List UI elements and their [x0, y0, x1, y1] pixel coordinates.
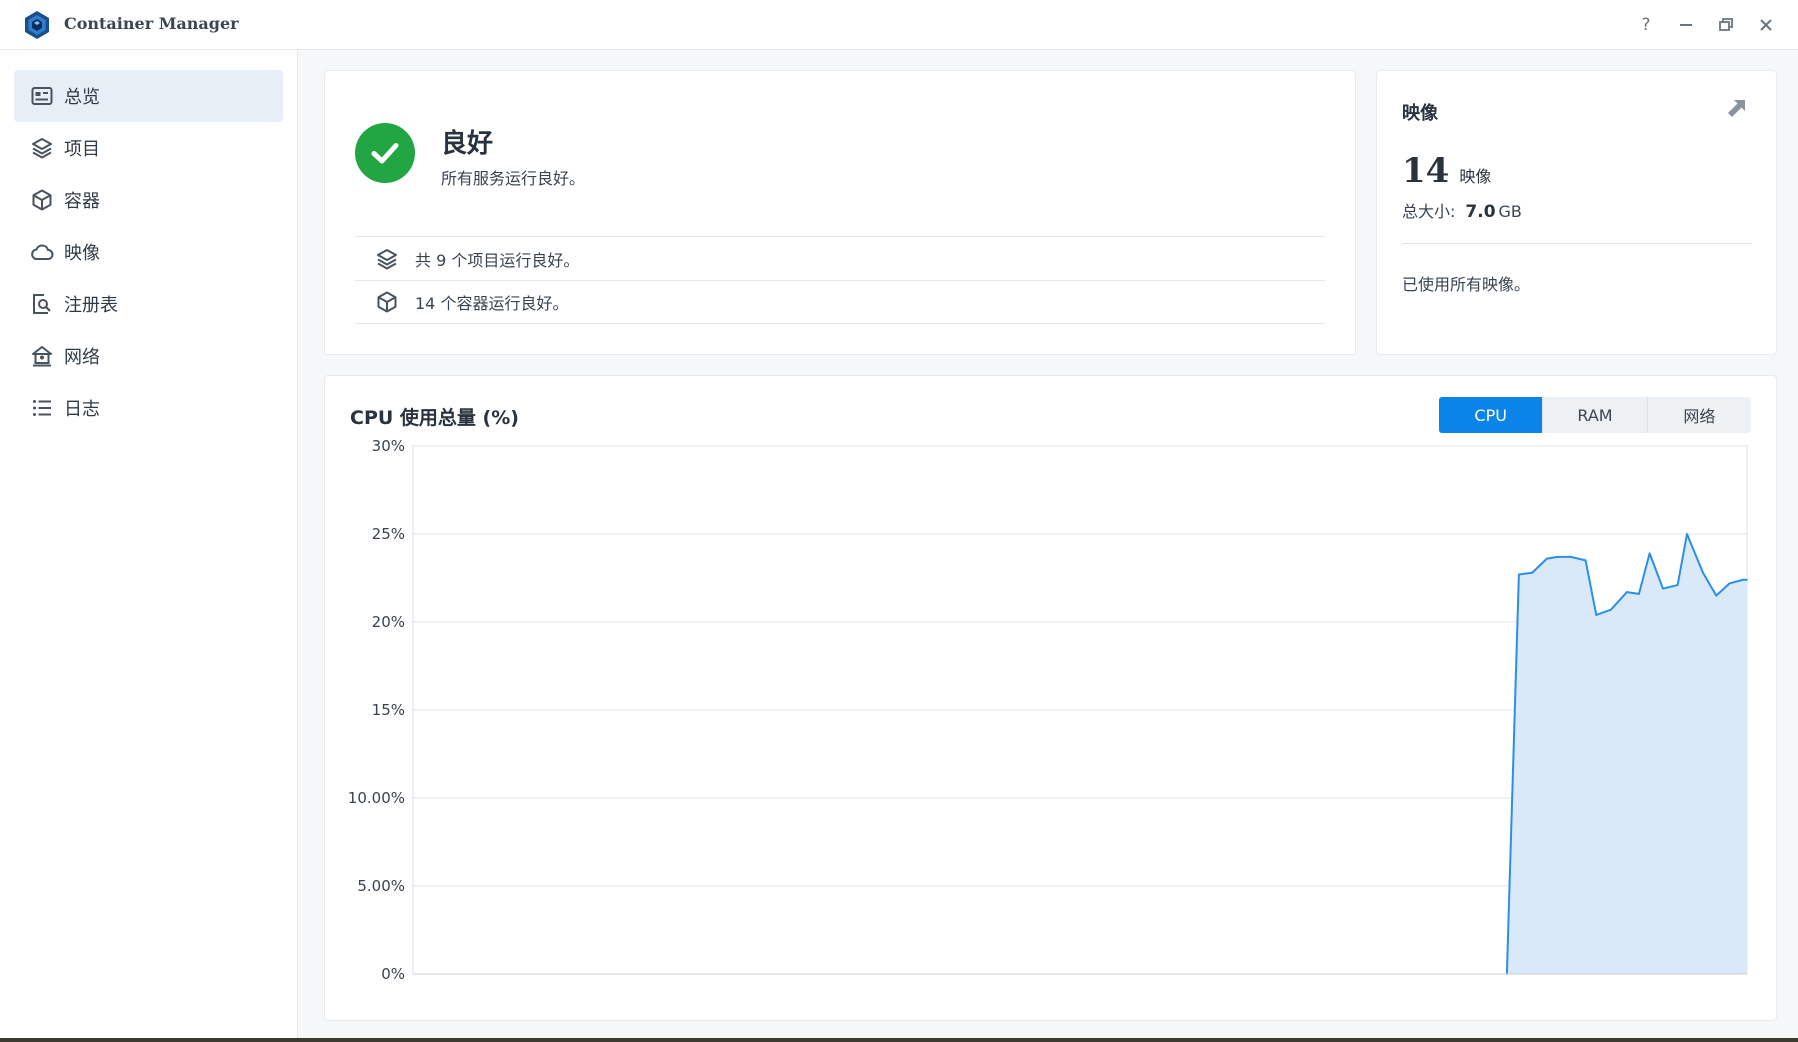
- y-tick-label: 5.00%: [357, 877, 405, 895]
- status-ok-icon: [355, 123, 415, 183]
- data-point: [1595, 614, 1598, 616]
- images-card-title: 映像: [1402, 103, 1438, 124]
- status-row-projects[interactable]: 共 9 个项目运行良好。: [355, 236, 1325, 280]
- data-point: [1662, 587, 1664, 590]
- series-area-fill: [1506, 534, 1747, 974]
- help-button[interactable]: ?: [1633, 12, 1659, 38]
- cpu-usage-chart: 0% 5.00% 10.00% 15% 20% 25% 30%: [348, 437, 1748, 983]
- images-count: 14: [1402, 151, 1450, 191]
- images-count-row: 14 映像: [1402, 151, 1491, 191]
- images-count-unit: 映像: [1459, 167, 1492, 186]
- data-point: [1531, 571, 1534, 574]
- overview-icon: [30, 84, 54, 108]
- registry-search-icon: [30, 292, 54, 316]
- data-point: [1728, 582, 1731, 585]
- cpu-chart-card: CPU 使用总量 (%) CPU RAM 网络 0% 5.00% 10.00% 15%…: [324, 375, 1777, 1021]
- app-title: Container Manager: [64, 14, 239, 33]
- images-size-row: 总大小: 7.0 GB: [1402, 198, 1522, 222]
- data-point: [1702, 571, 1704, 574]
- network-home-icon: [30, 344, 54, 368]
- layers-icon: [30, 136, 54, 160]
- images-card: 映像 14 映像 总大小: 7.0 GB 已使用所有映像。: [1376, 70, 1777, 355]
- images-size-unit: GB: [1498, 202, 1522, 221]
- sidebar-item-projects[interactable]: 项目: [14, 122, 283, 174]
- data-point: [1676, 584, 1679, 586]
- data-point: [1584, 559, 1587, 562]
- status-subtitle: 所有服务运行良好。: [441, 169, 586, 188]
- images-size-label: 总大小:: [1402, 202, 1456, 221]
- sidebar-item-label: 注册表: [64, 295, 118, 316]
- data-point: [1648, 552, 1651, 555]
- sidebar-item-label: 总览: [64, 87, 100, 108]
- data-point: [1638, 593, 1640, 595]
- data-point: [1546, 557, 1548, 560]
- restore-icon: [1719, 18, 1733, 31]
- y-tick-label: 30%: [372, 437, 405, 455]
- y-tick-label: 0%: [381, 965, 405, 983]
- sidebar-item-label: 网络: [64, 347, 100, 368]
- data-point: [1746, 578, 1748, 581]
- status-card: 良好 所有服务运行良好。 共 9 个项目运行良好。 14 个容器运行良好。: [324, 70, 1356, 355]
- data-point: [1715, 594, 1718, 597]
- open-external-arrow-icon[interactable]: [1726, 97, 1748, 119]
- cube-icon: [30, 188, 54, 212]
- sidebar-item-label: 日志: [64, 399, 100, 420]
- y-tick-label: 15%: [372, 701, 405, 719]
- layers-icon: [375, 247, 399, 271]
- restore-button[interactable]: [1713, 12, 1739, 38]
- data-point: [1610, 608, 1612, 611]
- y-tick-label: 20%: [372, 613, 405, 631]
- images-size-value: 7.0: [1465, 202, 1496, 222]
- divider: [1402, 243, 1752, 244]
- data-point: [1626, 591, 1628, 593]
- sidebar-item-label: 映像: [64, 243, 100, 264]
- status-row-containers[interactable]: 14 个容器运行良好。: [355, 280, 1325, 324]
- cube-icon: [375, 290, 399, 314]
- data-point: [1556, 556, 1559, 558]
- minimize-button[interactable]: [1673, 12, 1699, 38]
- sidebar-item-images[interactable]: 映像: [14, 226, 283, 278]
- y-tick-label: 25%: [372, 525, 405, 543]
- sidebar-item-overview[interactable]: 总览: [14, 70, 283, 122]
- sidebar: 总览 项目 容器 映像 注册表 网络 日志: [0, 50, 298, 1038]
- title-bar: Container Manager ?: [0, 0, 1798, 50]
- close-icon: [1760, 19, 1772, 31]
- data-point: [1518, 573, 1520, 576]
- sidebar-item-label: 项目: [64, 139, 100, 160]
- sidebar-item-label: 容器: [64, 191, 100, 212]
- data-point: [1742, 578, 1744, 581]
- sidebar-item-network[interactable]: 网络: [14, 330, 283, 382]
- list-icon: [30, 396, 54, 420]
- y-tick-label: 10.00%: [348, 789, 405, 807]
- close-button[interactable]: [1753, 12, 1779, 38]
- status-row-text: 14 个容器运行良好。: [415, 294, 569, 313]
- images-note: 已使用所有映像。: [1402, 275, 1531, 294]
- sidebar-item-containers[interactable]: 容器: [14, 174, 283, 226]
- sidebar-item-registry[interactable]: 注册表: [14, 278, 283, 330]
- status-title: 良好: [441, 129, 494, 159]
- app-window: Container Manager ? 总览 项目 容器 映像 注册表 网络 日…: [0, 0, 1798, 1038]
- minimize-icon: [1680, 24, 1692, 26]
- status-list: 共 9 个项目运行良好。 14 个容器运行良好。: [355, 236, 1325, 324]
- container-manager-logo-icon: [25, 11, 49, 39]
- cloud-icon: [30, 240, 54, 264]
- sidebar-item-logs[interactable]: 日志: [14, 382, 283, 434]
- data-point: [1686, 533, 1688, 535]
- question-icon: ?: [1641, 15, 1651, 35]
- data-point: [1570, 556, 1572, 558]
- status-row-text: 共 9 个项目运行良好。: [415, 250, 580, 270]
